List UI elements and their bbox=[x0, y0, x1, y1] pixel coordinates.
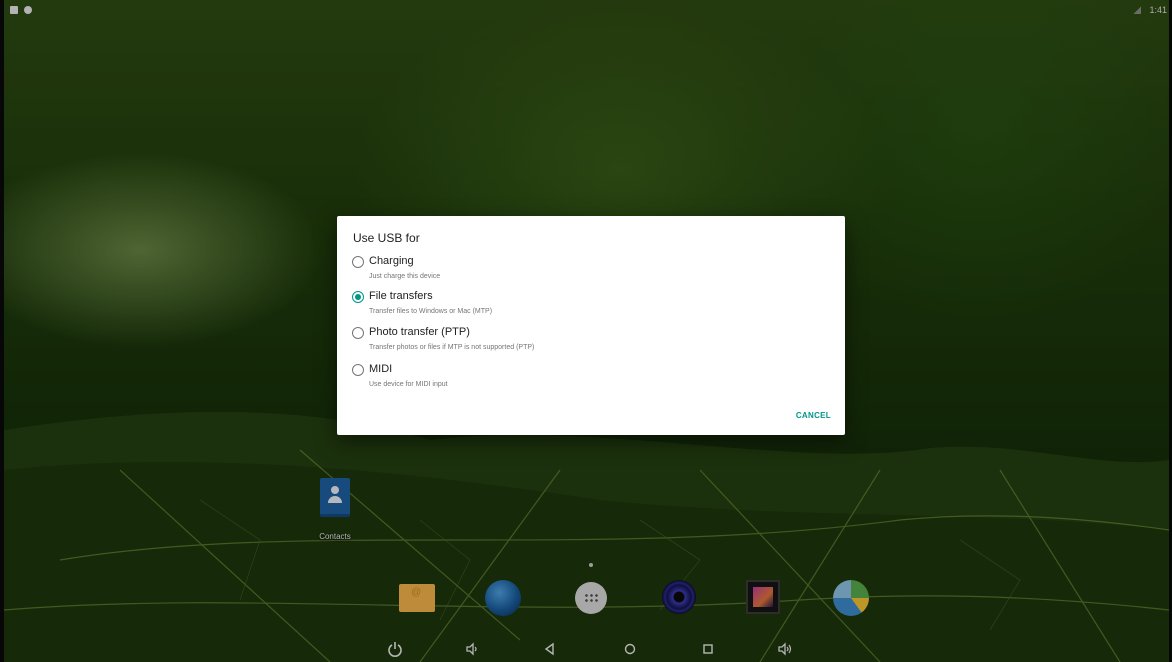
option-description: Transfer files to Windows or Mac (MTP) bbox=[369, 308, 493, 315]
option-description: Transfer photos or files if MTP is not s… bbox=[369, 344, 535, 351]
option-midi[interactable]: MIDI Use device for MIDI input bbox=[352, 362, 752, 392]
radio-button[interactable] bbox=[352, 364, 364, 376]
option-description: Use device for MIDI input bbox=[369, 381, 448, 388]
dialog-title: Use USB for bbox=[353, 231, 420, 245]
radio-button[interactable] bbox=[352, 327, 364, 339]
option-file-transfers[interactable]: File transfers Transfer files to Windows… bbox=[352, 289, 752, 319]
home-screen: 1:41 Contacts Use USB for bbox=[0, 0, 1172, 662]
usb-mode-dialog: Use USB for Charging Just charge this de… bbox=[337, 216, 845, 435]
option-label: MIDI bbox=[369, 363, 393, 375]
option-photo-transfer[interactable]: Photo transfer (PTP) Transfer photos or … bbox=[352, 325, 752, 355]
option-label: Photo transfer (PTP) bbox=[369, 326, 470, 338]
cancel-button[interactable]: CANCEL bbox=[796, 411, 831, 420]
option-label: File transfers bbox=[369, 290, 433, 302]
radio-button[interactable] bbox=[352, 256, 364, 268]
option-description: Just charge this device bbox=[369, 273, 441, 280]
option-label: Charging bbox=[369, 255, 414, 267]
radio-button-selected[interactable] bbox=[352, 291, 364, 303]
option-charging[interactable]: Charging Just charge this device bbox=[352, 254, 752, 284]
